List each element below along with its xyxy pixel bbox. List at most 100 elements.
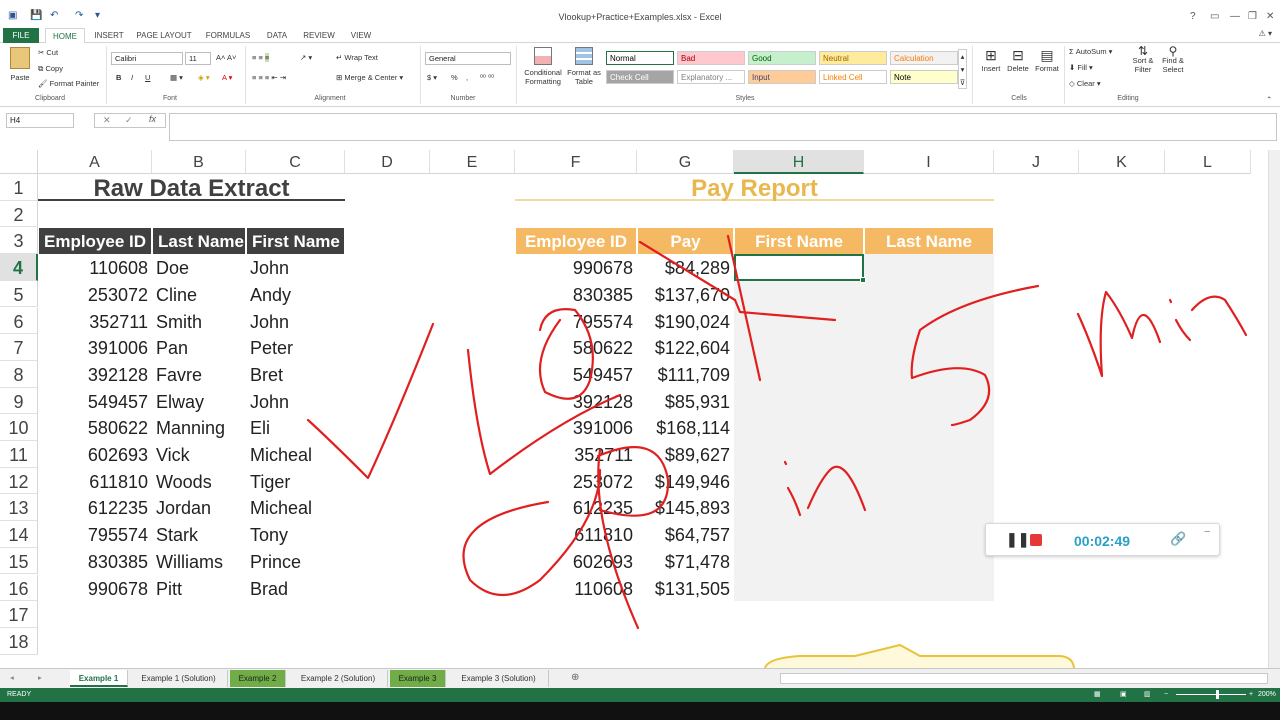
font-name-select[interactable]: Calibri [111,52,183,65]
tab-review[interactable]: REVIEW [298,28,340,43]
row-header-11[interactable]: 11 [0,441,38,468]
stop-icon[interactable] [1030,534,1042,546]
cell-style-bad[interactable]: Bad [677,51,745,65]
row-header-5[interactable]: 5 [0,280,38,308]
row-header-6[interactable]: 6 [0,307,38,335]
borders-icon[interactable]: ▦ ▾ [170,73,183,82]
minimize-icon[interactable]: — [1230,11,1240,22]
insert-function-icon[interactable]: fx [149,114,156,124]
column-header-b[interactable]: B [152,150,246,174]
wrap-text-button[interactable]: ↵ Wrap Text [336,53,378,62]
row-header-17[interactable]: 17 [0,601,38,628]
sheet-tab-example-3-solution[interactable]: Example 3 (Solution) [449,670,549,687]
row-header-16[interactable]: 16 [0,574,38,602]
selected-cell-h4[interactable] [734,254,866,283]
row-header-4[interactable]: 4 [0,254,38,281]
sheet-tab-example-3[interactable]: Example 3 [390,670,446,687]
cut-button[interactable]: ✂ Cut [38,48,58,57]
column-header-l[interactable]: L [1165,150,1251,174]
sheet-tab-example-2-solution[interactable]: Example 2 (Solution) [289,670,388,687]
column-header-j[interactable]: J [994,150,1079,174]
column-header-i[interactable]: I [864,150,994,174]
row-header-8[interactable]: 8 [0,360,38,388]
close-icon[interactable]: ✕ [1266,11,1274,22]
normal-view-icon[interactable]: ▦ [1094,688,1101,702]
sheet-tab-example-2[interactable]: Example 2 [230,670,286,687]
autosum-button[interactable]: Σ AutoSum ▾ [1069,47,1112,56]
font-color-icon[interactable]: A ▾ [222,73,232,82]
row-header-13[interactable]: 13 [0,494,38,522]
page-break-view-icon[interactable]: ▥ [1144,688,1151,702]
horizontal-scrollbar[interactable] [780,673,1268,684]
select-all-corner[interactable] [0,150,38,174]
italic-button[interactable]: I [131,73,133,82]
minimize-widget-icon[interactable]: − [1204,526,1210,538]
column-header-h[interactable]: H [734,150,864,174]
align-left-icons[interactable]: ≡ ≡ ≡ ⇤ ⇥ [252,73,286,82]
column-header-k[interactable]: K [1079,150,1165,174]
insert-cells-button[interactable]: ⊞ Insert [980,47,1002,73]
link-icon[interactable]: 🔗 [1170,531,1186,547]
zoom-thumb[interactable] [1216,690,1219,699]
underline-button[interactable]: U [145,73,150,82]
conditional-formatting-button[interactable]: Conditional Formatting [520,47,566,86]
delete-cells-button[interactable]: ⊟ Delete [1006,47,1030,73]
align-top-icons[interactable]: ≡ ≡ ≡ [252,53,270,62]
format-painter-button[interactable]: 🖌 Format Painter [38,79,99,88]
fill-button[interactable]: ⬇ Fill ▾ [1069,63,1093,72]
bold-button[interactable]: B [116,73,121,82]
decimal-icons[interactable]: ⁰⁰ ⁰⁰ [480,73,494,82]
paste-button[interactable]: Paste [8,47,32,82]
enter-icon[interactable]: ✓ [125,115,133,126]
prev-sheet-icon[interactable]: ◂ [10,673,14,682]
tab-data[interactable]: DATA [260,28,294,43]
percent-button[interactable]: % [451,73,458,82]
fill-handle[interactable] [860,276,866,283]
sheet-tab-example-1[interactable]: Example 1 [70,670,128,687]
cancel-icon[interactable]: ✕ [103,115,111,126]
copy-button[interactable]: ⧉ Copy [38,64,63,74]
column-header-a[interactable]: A [38,150,152,174]
pause-icon[interactable]: ❚❚ [1006,531,1029,548]
zoom-level[interactable]: 200% [1258,688,1276,702]
tab-insert[interactable]: INSERT [90,28,128,43]
cell-style-calculation[interactable]: Calculation [890,51,958,65]
cell-style-input[interactable]: Input [748,70,816,84]
font-grow-icon[interactable]: A˄ A˅ [216,53,236,62]
row-header-2[interactable]: 2 [0,200,38,228]
fill-color-icon[interactable]: ◈ ▾ [198,73,210,82]
next-sheet-icon[interactable]: ▸ [38,673,42,682]
new-sheet-icon[interactable]: ⊕ [571,672,579,683]
tab-formulas[interactable]: FORMULAS [200,28,256,43]
row-header-7[interactable]: 7 [0,334,38,361]
zoom-out-icon[interactable]: − [1164,688,1168,702]
font-size-select[interactable]: 11 [185,52,211,65]
cell-style-good[interactable]: Good [748,51,816,65]
currency-button[interactable]: $ ▾ [427,73,437,82]
find-select-button[interactable]: ⚲ Find & Select [1158,45,1188,74]
format-cells-button[interactable]: ▤ Format [1034,47,1060,73]
tab-view[interactable]: VIEW [344,28,378,43]
tab-home[interactable]: HOME [45,28,85,44]
format-as-table-button[interactable]: Format as Table [566,47,602,86]
column-header-f[interactable]: F [515,150,637,174]
cell-style-neutral[interactable]: Neutral [819,51,887,65]
column-header-c[interactable]: C [246,150,345,174]
comma-button[interactable]: , [466,73,468,82]
row-header-18[interactable]: 18 [0,627,38,655]
cell-style-check-cell[interactable]: Check Cell [606,70,674,84]
row-header-14[interactable]: 14 [0,521,38,548]
column-header-e[interactable]: E [430,150,515,174]
orientation-icon[interactable]: ↗ ▾ [300,53,312,62]
column-header-d[interactable]: D [345,150,430,174]
vertical-scrollbar[interactable] [1268,150,1280,668]
row-header-3[interactable]: 3 [0,227,38,255]
row-header-10[interactable]: 10 [0,414,38,441]
column-header-g[interactable]: G [637,150,734,174]
row-header-12[interactable]: 12 [0,467,38,495]
cell-style-note[interactable]: Note [890,70,958,84]
name-box[interactable]: H4 [6,113,74,128]
row-header-15[interactable]: 15 [0,547,38,575]
zoom-in-icon[interactable]: + [1249,688,1253,702]
row-header-9[interactable]: 9 [0,387,38,415]
